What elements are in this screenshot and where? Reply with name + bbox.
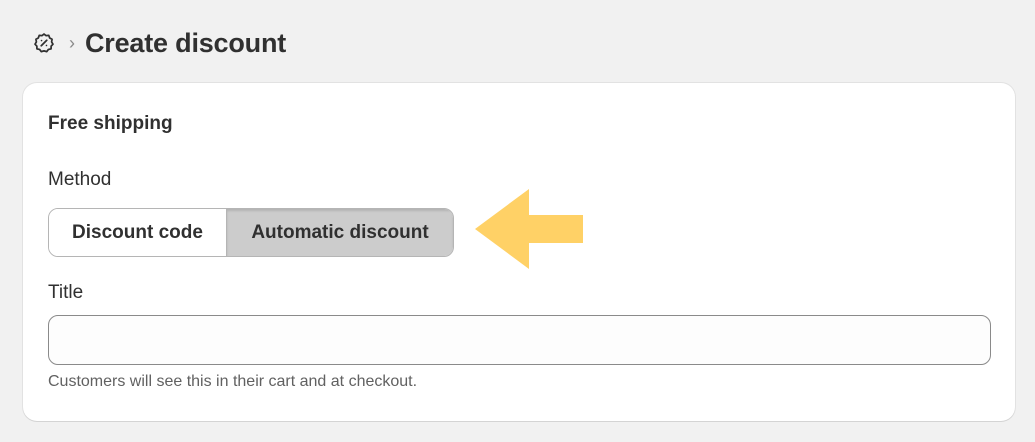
left-arrow-pointer-icon <box>475 189 583 269</box>
breadcrumb-chevron-icon: › <box>69 33 75 53</box>
discount-code-button[interactable]: Discount code <box>49 209 227 256</box>
discount-icon[interactable] <box>31 30 57 56</box>
card-heading: Free shipping <box>48 113 173 134</box>
create-discount-page: › Create discount Free shipping Method D… <box>0 0 1035 442</box>
page-title: Create discount <box>85 27 287 58</box>
free-shipping-card: Free shipping Method Discount code Autom… <box>23 83 1015 421</box>
automatic-discount-button[interactable]: Automatic discount <box>227 209 453 256</box>
title-label: Title <box>48 282 84 303</box>
breadcrumb: › Create discount <box>31 25 286 61</box>
title-input[interactable] <box>48 315 991 365</box>
method-label: Method <box>48 169 112 190</box>
title-help-text: Customers will see this in their cart an… <box>48 373 418 390</box>
method-segmented-control: Discount code Automatic discount <box>48 208 454 257</box>
